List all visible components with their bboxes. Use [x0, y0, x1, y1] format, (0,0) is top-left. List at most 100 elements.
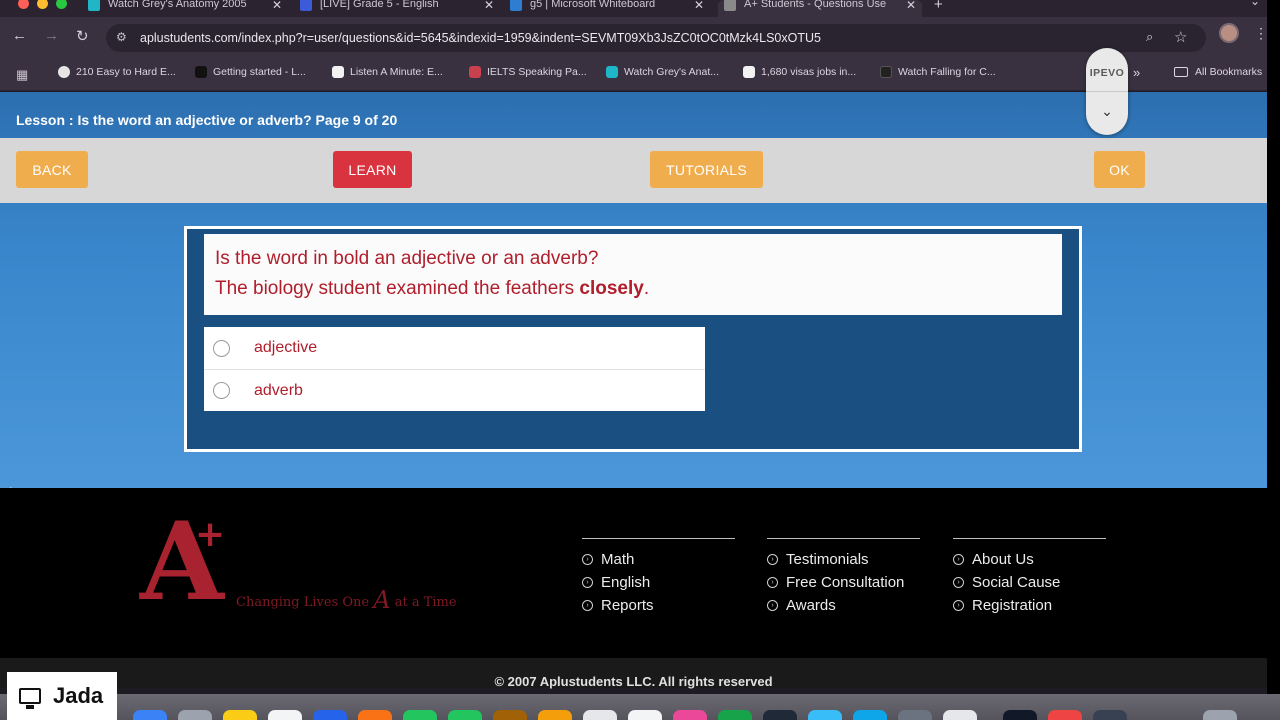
messages-icon[interactable]: [448, 710, 482, 720]
learn-button[interactable]: LEARN: [333, 151, 412, 188]
app-icon[interactable]: [763, 710, 797, 720]
site-icon: [300, 0, 312, 11]
bookmark-item[interactable]: IELTS Speaking Pa...: [469, 66, 587, 78]
mail-icon[interactable]: [313, 710, 347, 720]
close-window-icon[interactable]: [18, 0, 29, 9]
arrow-circle-icon: ›: [767, 554, 778, 565]
numbers-icon[interactable]: [718, 710, 752, 720]
presenter-name: Jada: [53, 683, 104, 708]
lesson-page: Lesson : Is the word an adjective or adv…: [0, 92, 1267, 488]
url-text: aplustudents.com/index.php?r=user/questi…: [140, 31, 821, 45]
tab-label: A+ Students - Questions Use: [744, 0, 887, 10]
site-icon: [880, 66, 892, 78]
bookmark-label: 210 Easy to Hard E...: [76, 66, 176, 78]
bookmark-star-icon[interactable]: ☆: [1174, 28, 1187, 46]
finder-icon[interactable]: [133, 710, 167, 720]
launchpad-icon[interactable]: [178, 710, 212, 720]
menu-dots-icon[interactable]: ⋮: [1254, 25, 1268, 42]
back-arrow-icon[interactable]: ←: [12, 27, 27, 44]
radio-button[interactable]: [213, 339, 230, 357]
right-edge: [1267, 0, 1280, 720]
logo-tagline: Changing Lives One A at a Time: [236, 586, 457, 614]
footer-link-reports[interactable]: › Reports: [582, 597, 735, 615]
ipevo-widget[interactable]: IPEVO ⌄: [1086, 48, 1128, 135]
back-button[interactable]: BACK: [16, 151, 88, 188]
close-icon[interactable]: ✕: [272, 0, 282, 12]
option-adjective[interactable]: adjective: [204, 327, 705, 369]
footer-column-3: › About Us › Social Cause › Registration: [953, 538, 1106, 620]
all-bookmarks-button[interactable]: All Bookmarks: [1174, 66, 1262, 78]
pages-icon[interactable]: [538, 710, 572, 720]
radio-button[interactable]: [213, 382, 230, 399]
music-icon[interactable]: [673, 710, 707, 720]
flag-icon: [469, 66, 481, 78]
footer-link-registration[interactable]: › Registration: [953, 597, 1106, 615]
app-icon[interactable]: [1093, 710, 1127, 720]
bookmark-item[interactable]: 210 Easy to Hard E...: [58, 66, 176, 78]
chrome-icon[interactable]: [1048, 710, 1082, 720]
close-icon[interactable]: ✕: [906, 0, 916, 12]
all-bookmarks-label: All Bookmarks: [1195, 66, 1263, 78]
tab-search-icon[interactable]: ⌄: [1250, 0, 1260, 8]
bookmark-item[interactable]: Watch Falling for C...: [880, 66, 996, 78]
settings-icon[interactable]: [898, 710, 932, 720]
more-bookmarks-button[interactable]: »: [1133, 65, 1140, 80]
folder-icon: [1174, 67, 1188, 77]
forward-arrow-icon[interactable]: →: [44, 27, 59, 44]
footer-link-free-consultation[interactable]: › Free Consultation: [767, 574, 920, 592]
zoom-icon[interactable]: ⌕: [1146, 29, 1153, 45]
photos-icon[interactable]: [358, 710, 392, 720]
minimize-window-icon[interactable]: [37, 0, 48, 9]
option-adverb[interactable]: adverb: [204, 369, 705, 411]
trash-icon[interactable]: [1203, 710, 1237, 720]
play-icon: [606, 66, 618, 78]
bookmark-item[interactable]: Getting started - L...: [195, 66, 306, 78]
tab-live-grade5[interactable]: [LIVE] Grade 5 - English ✕: [300, 0, 500, 17]
tab-aplus-students[interactable]: A+ Students - Questions Use ✕: [718, 0, 922, 17]
facetime-icon[interactable]: [403, 710, 437, 720]
site-settings-icon[interactable]: ⚙: [116, 30, 127, 44]
bookmark-item[interactable]: Watch Grey's Anat...: [606, 66, 719, 78]
tagline-script: A: [373, 586, 391, 614]
tab-greys-anatomy[interactable]: Watch Grey's Anatomy 2005 ✕: [88, 0, 288, 17]
chevron-down-icon[interactable]: ⌄: [1086, 103, 1128, 120]
profile-avatar[interactable]: [1219, 23, 1239, 43]
footer-link-testimonials[interactable]: › Testimonials: [767, 551, 920, 569]
footer-link-awards[interactable]: › Awards: [767, 597, 920, 615]
globe-icon: [724, 0, 736, 11]
calendar-icon[interactable]: [268, 710, 302, 720]
bookmark-label: Watch Grey's Anat...: [624, 66, 719, 78]
app-icon[interactable]: [1003, 710, 1037, 720]
zoom-window-icon[interactable]: [56, 0, 67, 9]
app-icon[interactable]: [808, 710, 842, 720]
app-icon[interactable]: [628, 710, 662, 720]
answer-options: adjective adverb: [204, 327, 705, 411]
address-bar[interactable]: ⚙ aplustudents.com/index.php?r=user/ques…: [106, 24, 1206, 52]
arrow-circle-icon: ›: [767, 600, 778, 611]
apps-grid-icon[interactable]: ▦: [16, 67, 28, 83]
app-store-icon[interactable]: [853, 710, 887, 720]
new-tab-button[interactable]: +: [934, 0, 943, 13]
question-prompt: Is the word in bold an adjective or an a…: [215, 248, 599, 269]
question-box: Is the word in bold an adjective or an a…: [204, 234, 1062, 315]
bookmark-item[interactable]: Listen A Minute: E...: [332, 66, 443, 78]
bold-word: closely: [579, 278, 644, 299]
footer-link-social-cause[interactable]: › Social Cause: [953, 574, 1106, 592]
tab-whiteboard[interactable]: g5 | Microsoft Whiteboard ✕: [510, 0, 710, 17]
footer-link-math[interactable]: › Math: [582, 551, 735, 569]
app-icon[interactable]: [493, 710, 527, 720]
app-icon[interactable]: [583, 710, 617, 720]
bookmarks-bar: ▦ 210 Easy to Hard E... Getting started …: [0, 57, 1267, 91]
footer-link-label: Reports: [601, 597, 654, 614]
tutorials-button[interactable]: TUTORIALS: [650, 151, 763, 188]
notes-icon[interactable]: [223, 710, 257, 720]
reload-icon[interactable]: ↻: [76, 27, 89, 45]
app-icon[interactable]: [943, 710, 977, 720]
footer-link-english[interactable]: › English: [582, 574, 735, 592]
ok-button[interactable]: OK: [1094, 151, 1145, 188]
bookmark-item[interactable]: 1,680 visas jobs in...: [743, 66, 856, 78]
close-icon[interactable]: ✕: [694, 0, 704, 12]
presenter-badge: Jada: [7, 672, 117, 720]
footer-link-about-us[interactable]: › About Us: [953, 551, 1106, 569]
close-icon[interactable]: ✕: [484, 0, 494, 12]
